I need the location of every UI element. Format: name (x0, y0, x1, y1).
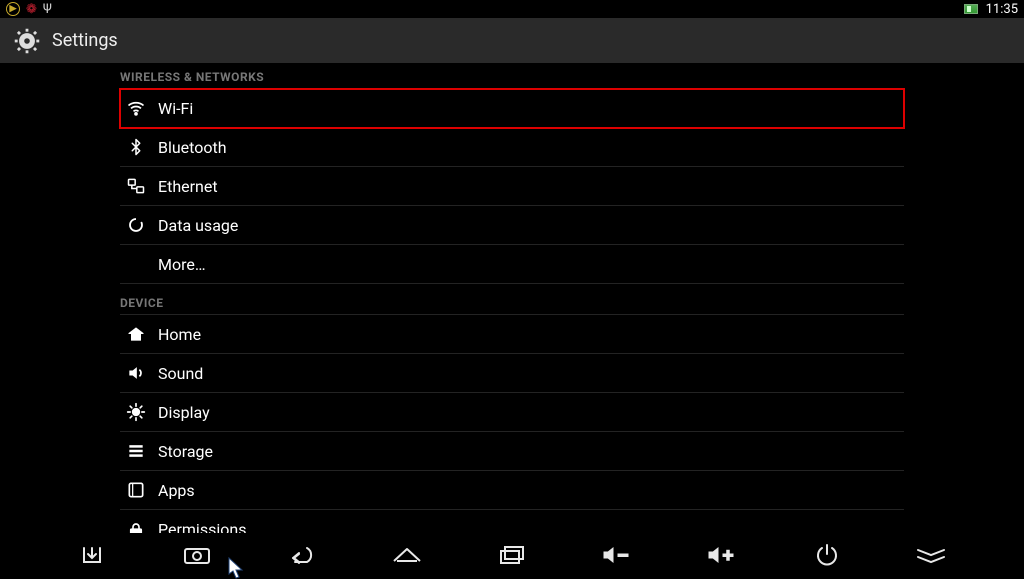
wifi-icon (122, 94, 150, 122)
network-tray-icon (964, 4, 978, 14)
row-label: Wi-Fi (158, 99, 193, 118)
nav-screenshot-button[interactable] (167, 535, 227, 575)
plex-icon: ▶ (6, 2, 20, 16)
section-header-device: DEVICE (120, 284, 904, 315)
storage-icon (122, 437, 150, 465)
nav-volume-down-button[interactable] (587, 535, 647, 575)
row-label: Home (158, 325, 201, 344)
settings-row-storage[interactable]: Storage (120, 432, 904, 471)
row-label: Bluetooth (158, 138, 227, 157)
system-nav-bar (0, 533, 1024, 576)
data-usage-icon (122, 211, 150, 239)
nav-home-button[interactable] (377, 535, 437, 575)
settings-gear-icon (12, 26, 42, 56)
settings-row-ethernet[interactable]: Ethernet (120, 167, 904, 206)
permissions-icon (122, 516, 150, 534)
row-label: Permissions (158, 520, 246, 533)
nav-back-button[interactable] (272, 535, 332, 575)
nav-power-button[interactable] (797, 535, 857, 575)
nav-recent-button[interactable] (482, 535, 542, 575)
settings-row-permissions[interactable]: Permissions (120, 510, 904, 533)
nav-download-button[interactable] (62, 535, 122, 575)
settings-row-wifi[interactable]: Wi-Fi (120, 89, 904, 128)
settings-list: WIRELESS & NETWORKS Wi-Fi Bluetooth (0, 64, 1024, 533)
nav-volume-up-button[interactable] (692, 535, 752, 575)
settings-row-bluetooth[interactable]: Bluetooth (120, 128, 904, 167)
settings-row-display[interactable]: Display (120, 393, 904, 432)
row-label: Apps (158, 481, 195, 500)
nav-hide-bar-button[interactable] (901, 535, 961, 575)
sound-icon (122, 359, 150, 387)
status-bar: ▶ ❁ Ψ 11:35 (0, 0, 1024, 18)
section-header-wireless: WIRELESS & NETWORKS (120, 64, 904, 89)
page-title: Settings (52, 30, 118, 51)
row-label: Data usage (158, 216, 238, 235)
settings-row-home[interactable]: Home (120, 315, 904, 354)
home-icon (122, 320, 150, 348)
row-label: Storage (158, 442, 213, 461)
app-header: Settings (0, 18, 1024, 64)
settings-row-apps[interactable]: Apps (120, 471, 904, 510)
row-label: Ethernet (158, 177, 218, 196)
row-label: Sound (158, 364, 203, 383)
usb-icon: Ψ (43, 2, 52, 17)
settings-row-sound[interactable]: Sound (120, 354, 904, 393)
row-label: Display (158, 403, 210, 422)
bluetooth-icon (122, 133, 150, 161)
settings-row-more[interactable]: More… (120, 245, 904, 284)
apps-icon (122, 476, 150, 504)
ethernet-icon (122, 172, 150, 200)
display-icon (122, 398, 150, 426)
raspberry-icon: ❁ (26, 2, 37, 17)
row-label: More… (158, 255, 206, 274)
status-clock: 11:35 (986, 2, 1018, 17)
settings-row-data-usage[interactable]: Data usage (120, 206, 904, 245)
